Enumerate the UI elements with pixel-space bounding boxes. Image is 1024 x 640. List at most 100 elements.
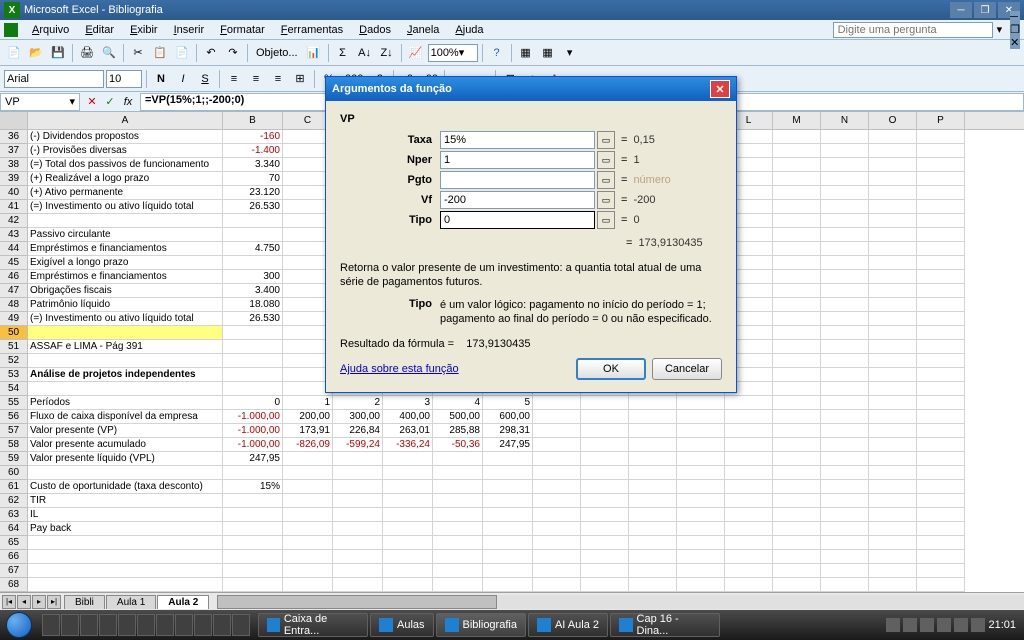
cell[interactable]: [869, 186, 917, 200]
cell[interactable]: [869, 256, 917, 270]
row-header[interactable]: 42: [0, 214, 28, 228]
cell[interactable]: [821, 564, 869, 578]
cell[interactable]: [821, 270, 869, 284]
cell[interactable]: [629, 494, 677, 508]
ref-button[interactable]: ▭: [597, 151, 615, 169]
cell[interactable]: [725, 466, 773, 480]
cell[interactable]: [677, 438, 725, 452]
cell[interactable]: [821, 522, 869, 536]
ql-item[interactable]: [118, 614, 136, 636]
cell[interactable]: [223, 340, 283, 354]
restore-button[interactable]: ❐: [974, 2, 996, 18]
cell[interactable]: 18.080: [223, 298, 283, 312]
doc-restore-button[interactable]: ❐: [1010, 23, 1020, 36]
cell[interactable]: [483, 466, 533, 480]
cell[interactable]: [28, 466, 223, 480]
cell[interactable]: [677, 578, 725, 592]
cell[interactable]: [773, 522, 821, 536]
zoom-combo[interactable]: 100% ▾: [428, 44, 478, 62]
cell[interactable]: [725, 522, 773, 536]
cell[interactable]: [869, 396, 917, 410]
cell[interactable]: [677, 550, 725, 564]
cell[interactable]: [917, 382, 965, 396]
ql-item[interactable]: [175, 614, 193, 636]
undo-button[interactable]: ↶: [201, 43, 221, 63]
cell[interactable]: [917, 228, 965, 242]
cell[interactable]: [773, 536, 821, 550]
cell[interactable]: [283, 452, 333, 466]
cell[interactable]: Valor presente líquido (VPL): [28, 452, 223, 466]
underline-button[interactable]: S: [195, 69, 215, 89]
cell[interactable]: -160: [223, 130, 283, 144]
cell[interactable]: [533, 410, 581, 424]
cell[interactable]: [869, 578, 917, 592]
cell[interactable]: [821, 256, 869, 270]
cell[interactable]: 1: [283, 396, 333, 410]
cell[interactable]: [869, 466, 917, 480]
cell[interactable]: 200,00: [283, 410, 333, 424]
cell[interactable]: [773, 564, 821, 578]
cell[interactable]: [869, 522, 917, 536]
cell[interactable]: [773, 270, 821, 284]
row-header[interactable]: 55: [0, 396, 28, 410]
cell[interactable]: [581, 508, 629, 522]
cell[interactable]: [869, 284, 917, 298]
menu-arquivo[interactable]: Arquivo: [24, 22, 77, 38]
cell[interactable]: [581, 480, 629, 494]
cell[interactable]: [283, 480, 333, 494]
cell[interactable]: [433, 578, 483, 592]
row-header[interactable]: 68: [0, 578, 28, 592]
cell[interactable]: [677, 466, 725, 480]
cell[interactable]: [773, 452, 821, 466]
tb-ext1[interactable]: ▦: [516, 43, 536, 63]
cell[interactable]: 247,95: [223, 452, 283, 466]
cell[interactable]: [821, 438, 869, 452]
cell[interactable]: [333, 466, 383, 480]
cell[interactable]: [483, 452, 533, 466]
cell[interactable]: [223, 494, 283, 508]
cell[interactable]: [725, 536, 773, 550]
cell[interactable]: [773, 438, 821, 452]
cell[interactable]: [383, 564, 433, 578]
row-header[interactable]: 36: [0, 130, 28, 144]
cell[interactable]: [283, 564, 333, 578]
cell[interactable]: TIR: [28, 494, 223, 508]
cell[interactable]: (=) Total dos passivos de funcionamento: [28, 158, 223, 172]
preview-button[interactable]: 🔍: [99, 43, 119, 63]
col-header-O[interactable]: O: [869, 112, 917, 129]
cell[interactable]: [869, 326, 917, 340]
cell[interactable]: [917, 130, 965, 144]
cell[interactable]: [725, 410, 773, 424]
cell[interactable]: -50,36: [433, 438, 483, 452]
ql-item[interactable]: [42, 614, 60, 636]
cell[interactable]: [283, 508, 333, 522]
cell[interactable]: 300,00: [333, 410, 383, 424]
chart-wizard-button[interactable]: 📈: [406, 43, 426, 63]
cell[interactable]: [333, 480, 383, 494]
cell[interactable]: (-) Provisões diversas: [28, 144, 223, 158]
cell[interactable]: [28, 326, 223, 340]
cell[interactable]: [725, 494, 773, 508]
cell[interactable]: [629, 536, 677, 550]
cell[interactable]: [821, 242, 869, 256]
cell[interactable]: [333, 494, 383, 508]
cell[interactable]: [433, 480, 483, 494]
row-header[interactable]: 40: [0, 186, 28, 200]
cell[interactable]: [821, 144, 869, 158]
tray-icon[interactable]: [937, 618, 951, 632]
cell[interactable]: [773, 228, 821, 242]
cell[interactable]: [725, 508, 773, 522]
cell[interactable]: [725, 564, 773, 578]
cell[interactable]: [773, 578, 821, 592]
cell[interactable]: [869, 452, 917, 466]
cancel-button[interactable]: Cancelar: [652, 358, 722, 380]
sheet-tab-Aula 2[interactable]: Aula 2: [157, 595, 209, 609]
cell[interactable]: [821, 326, 869, 340]
cell[interactable]: [869, 172, 917, 186]
cell[interactable]: [869, 480, 917, 494]
cell[interactable]: [773, 326, 821, 340]
align-right-button[interactable]: ≡: [268, 69, 288, 89]
tab-nav-first[interactable]: |◂: [2, 595, 16, 609]
cell[interactable]: [581, 522, 629, 536]
cell[interactable]: 400,00: [383, 410, 433, 424]
